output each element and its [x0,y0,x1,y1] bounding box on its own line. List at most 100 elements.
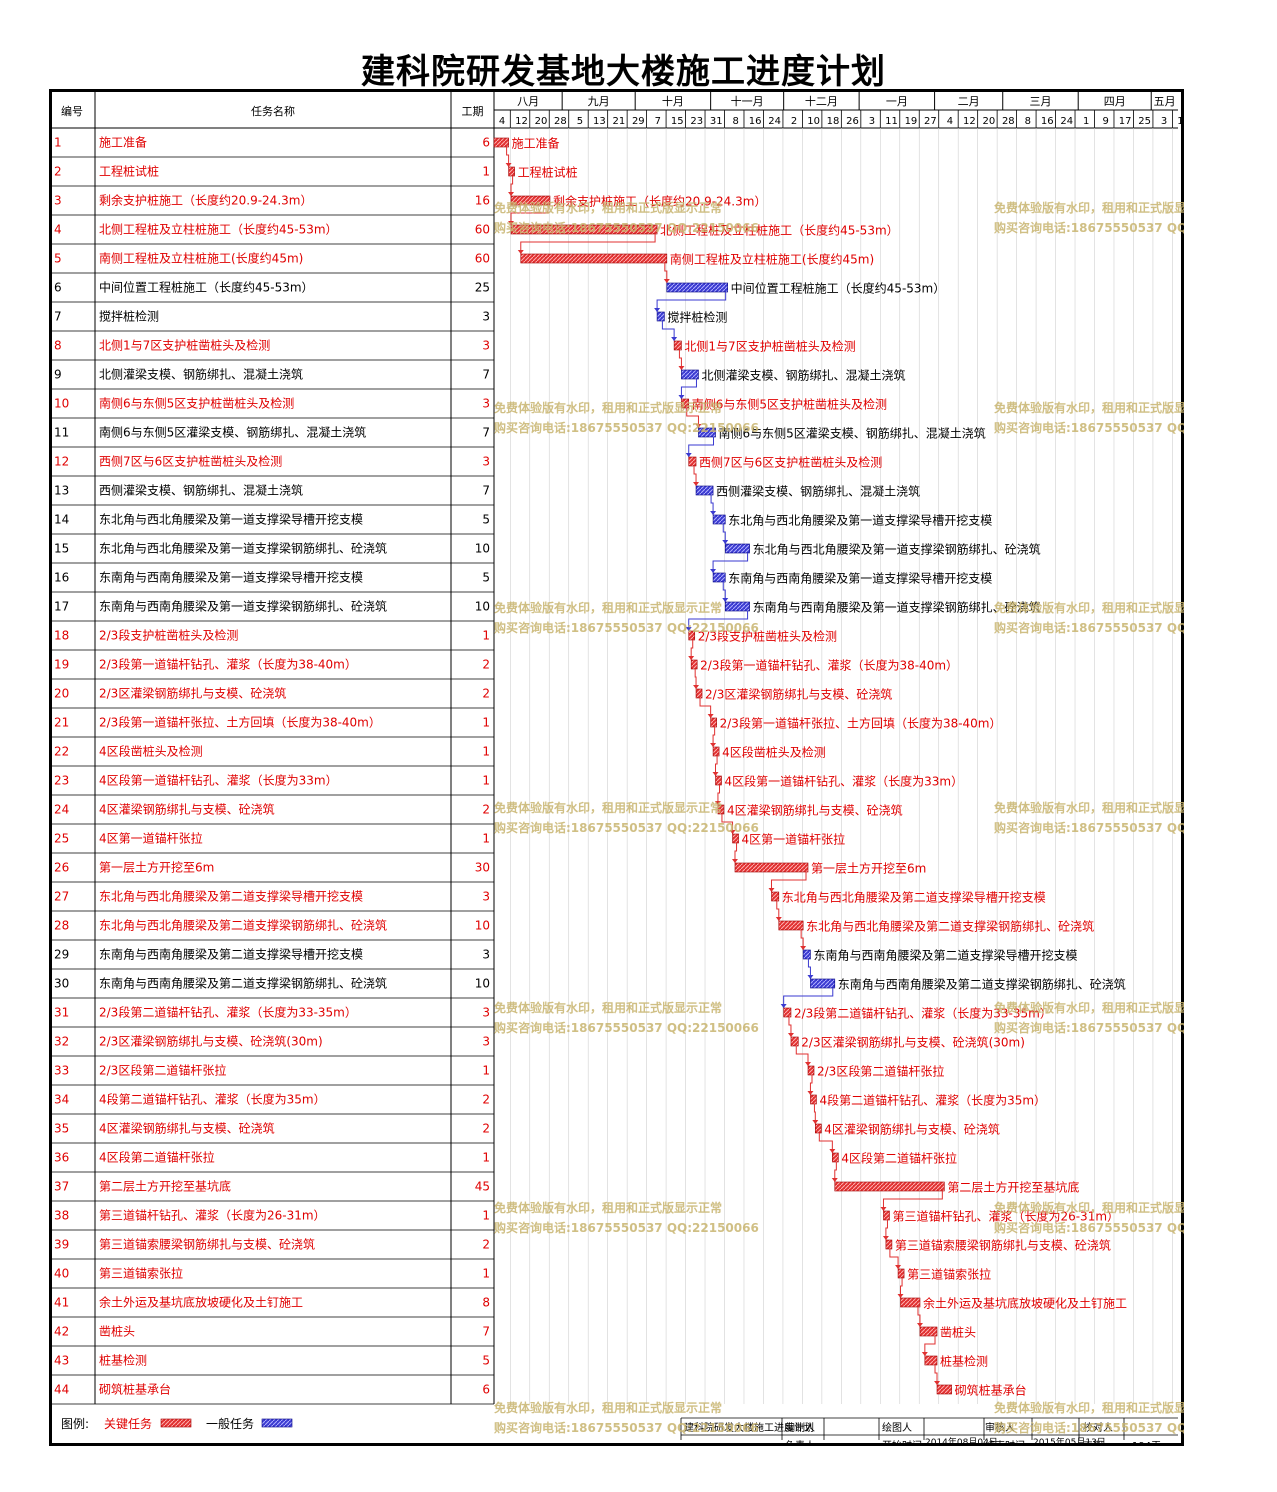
task-id: 32 [54,1035,69,1049]
gantt-bar [732,833,739,844]
watermark-line-2: 购买咨询电话:18675550537 QQ:22150066 [994,1020,1184,1035]
footer-duration-label: 工期 [1083,1440,1103,1445]
dependency-arrow [710,511,717,515]
gantt-bar-label: 2/3区灌梁钢筋绑扎与支模、砼浇筑 [705,687,892,702]
task-name: 余土外运及基坑底放坡硬化及土钉施工 [99,1295,303,1310]
watermark-line-1: 免费体验版有水印，租用和正式版显示正常 [494,600,722,615]
day-tick-label: 15 [671,116,684,127]
task-name: 西侧7区与6区支护桩凿桩头及检测 [99,454,282,469]
month-label: 九月 [588,95,610,108]
day-tick-label: 16 [1041,116,1054,127]
gantt-bar-label: 东南角与西南角腰梁及第二道支撑梁导槽开挖支模 [813,948,1077,963]
task-name: 东南角与西南角腰梁及第二道支撑梁导槽开挖支模 [99,947,363,962]
task-name: 搅拌桩检测 [99,309,159,324]
day-tick-label: 4 [499,116,505,127]
task-id: 5 [54,252,62,266]
gantt-bar [712,572,726,583]
task-name: 北侧1与7区支护桩凿桩头及检测 [99,338,270,353]
task-name: 4区第一道锚杆张拉 [99,831,203,846]
watermark-line-1: 免费体验版有水印，租用和正式版显示正常 [494,1400,722,1415]
watermark-line-1: 免费体验版有水印，租用和正式版显示正常 [494,400,722,415]
dependency-arrow [812,1120,819,1124]
gantt-bar-label: 搅拌桩检测 [667,310,727,325]
gantt-bar-label: 东北角与西北角腰梁及第一道支撑梁导槽开挖支模 [728,513,992,528]
dependency-arrow [775,917,782,921]
task-id: 43 [54,1354,69,1368]
gantt-bar [802,949,811,960]
dependency-arrow [882,1236,889,1240]
gantt-bar-label: 2/3段第一道锚杆钻孔、灌浆（长度为38-40m） [700,658,958,673]
gantt-bar [673,340,682,351]
month-label: 十月 [662,94,684,108]
gantt-bar-label: 东北角与西北角腰梁及第一道支撑梁钢筋绑扎、砼浇筑 [753,542,1041,557]
dependency-arrow [731,859,738,863]
task-name: 东南角与西南角腰梁及第一道支撑梁钢筋绑扎、砼浇筑 [99,599,387,614]
gantt-bar [724,601,750,612]
dependency-arrow [508,192,515,196]
task-name: 第三道锚杆钻孔、灌浆（长度为26-31m） [99,1208,326,1223]
gantt-bar-label: 4区段第一道锚杆钻孔、灌浆（长度为33m） [725,774,964,789]
task-name: 2/3段支护桩凿桩头及检测 [99,628,238,643]
dependency-link [783,988,834,1008]
task-id: 23 [54,774,69,788]
gantt-bar [936,1384,952,1395]
day-tick-label: 28 [554,116,567,127]
dependency-arrow [897,1294,904,1298]
watermark-line-1: 免费体验版有水印，租用和正式版显示正常 [494,800,722,815]
dependency-arrow [707,714,714,718]
day-tick-label: 10 [807,116,820,127]
day-tick-label: 8 [732,116,738,127]
task-duration: 2 [482,687,490,701]
gantt-bar-label: 东北角与西北角腰梁及第二道支撑梁钢筋绑扎、砼浇筑 [806,919,1094,934]
gantt-bar [771,891,780,902]
footer-duration-value: 194天 [1132,1441,1161,1445]
task-name: 2/3区灌梁钢筋绑扎与支模、砼浇筑(30m) [99,1034,323,1049]
task-duration: 10 [475,977,490,991]
day-tick-label: 2 [791,116,797,127]
task-name: 北侧灌梁支模、钢筋绑扎、混凝土浇筑 [99,367,303,382]
dependency-arrow [807,1091,814,1095]
watermark-line-1: 免费体验版有水印，租用和正式版显示正常 [994,1000,1184,1015]
task-name: 4段第二道锚杆钻孔、灌浆（长度为35m） [99,1092,326,1107]
day-tick-label: 13 [593,116,606,127]
watermark-line-2: 购买咨询电话:18675550537 QQ:22150066 [494,1420,759,1435]
watermark-line-2: 购买咨询电话:18675550537 QQ:22150066 [994,1220,1184,1235]
dependency-arrow [505,163,512,167]
gantt-bar-label: 2/3区灌梁钢筋绑扎与支模、砼浇筑(30m) [801,1035,1025,1050]
task-duration: 30 [475,861,490,875]
gantt-bar [508,166,515,177]
day-tick-label: 5 [577,116,583,127]
task-id: 15 [54,542,69,556]
task-duration: 2 [482,1093,490,1107]
task-duration: 1 [482,1151,490,1165]
gantt-bar [712,514,726,525]
footer-start-label: 开始时间 [882,1439,922,1445]
dependency-arrow [800,946,807,950]
gantt-bar-label: 北侧1与7区支护桩凿桩头及检测 [684,339,855,354]
task-name: 施工准备 [99,136,147,150]
task-name: 工程桩试桩 [99,164,159,179]
dependency-arrow [831,1178,838,1182]
task-id: 8 [54,339,62,353]
task-duration: 1 [482,774,490,788]
task-duration: 1 [482,629,490,643]
task-name: 中间位置工程桩施工（长度约45-53m） [99,280,314,295]
task-duration: 7 [482,1325,490,1339]
legend-normal-swatch [261,1418,293,1428]
task-duration: 10 [475,919,490,933]
gantt-bar [783,1007,792,1018]
day-tick-label: 21 [612,116,625,127]
task-id: 42 [54,1325,69,1339]
dependency-arrow [678,366,685,370]
gantt-bar-label: 第三道锚索张拉 [907,1267,991,1282]
dependency-arrow [693,685,700,689]
gantt-bar [778,920,804,931]
task-duration: 60 [475,252,490,266]
gantt-bar [734,862,809,873]
dependency-arrow [916,1323,923,1327]
task-name: 东北角与西北角腰梁及第一道支撑梁导槽开挖支模 [99,512,363,527]
task-id: 22 [54,745,69,759]
task-id: 18 [54,629,69,643]
task-name: 东北角与西北角腰梁及第二道支撑梁钢筋绑扎、砼浇筑 [99,918,387,933]
gantt-bar-label: 凿桩头 [940,1325,976,1340]
